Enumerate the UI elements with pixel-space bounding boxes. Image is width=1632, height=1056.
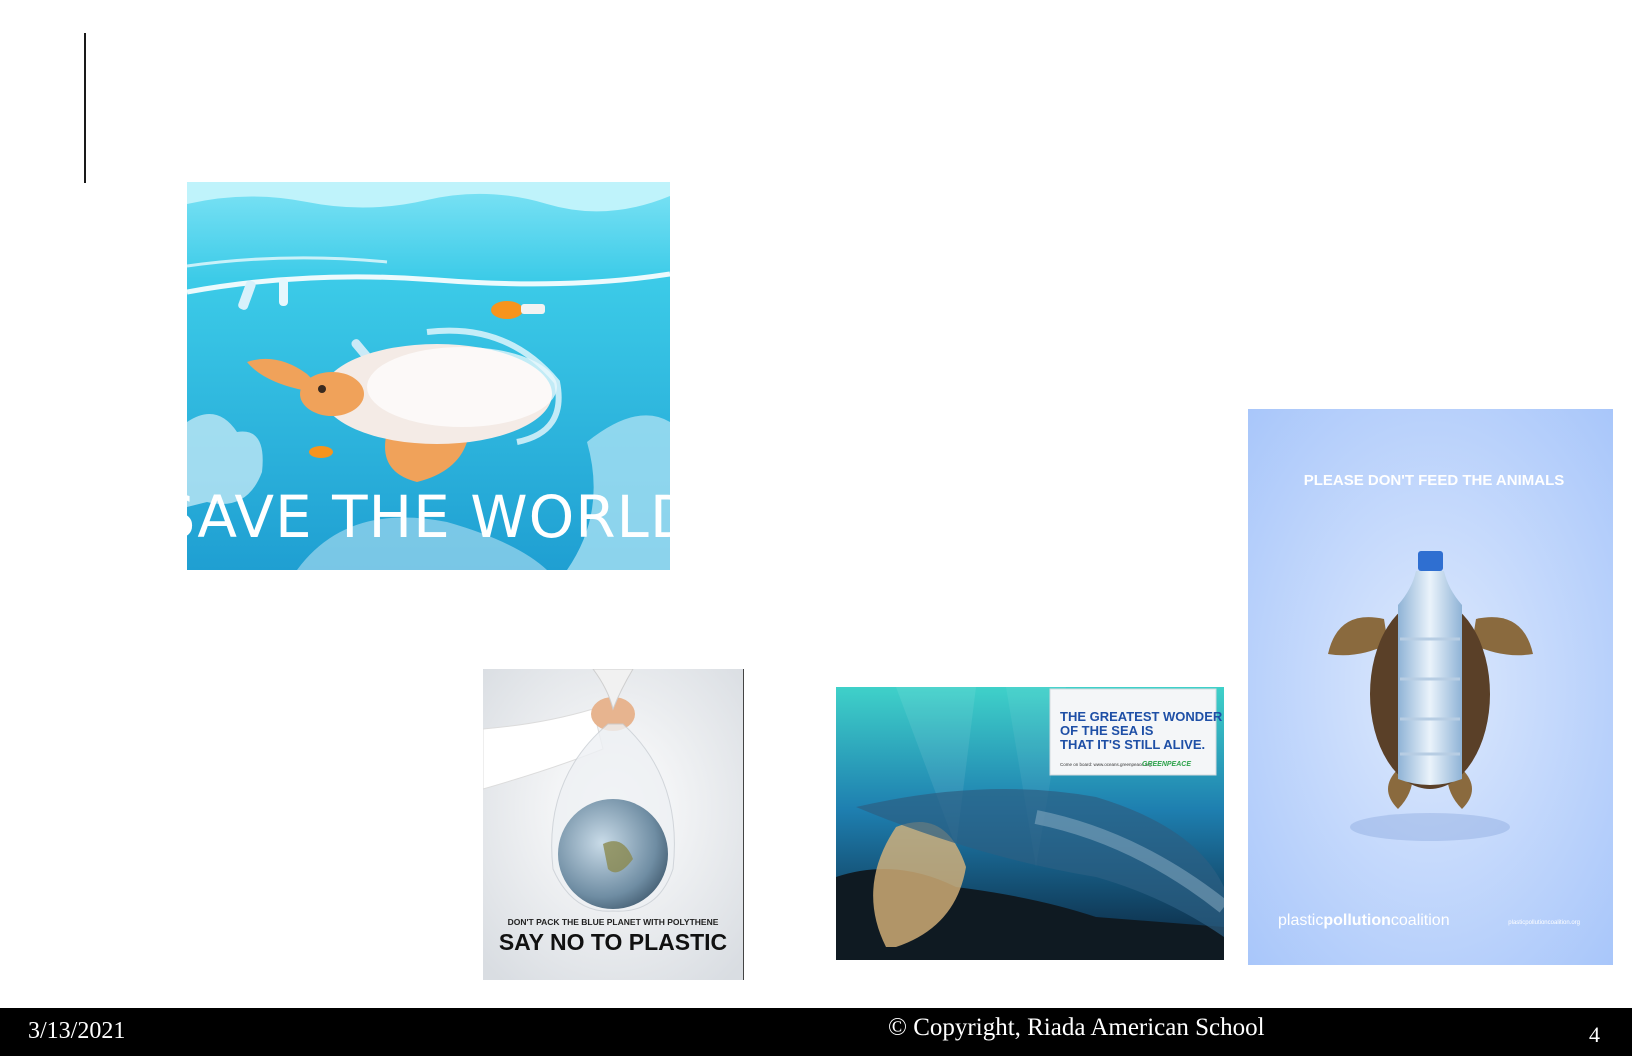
greenpeace-brand: GREENPEACE [1142, 761, 1191, 768]
save-the-world-caption: SAVE THE WORLD [187, 483, 670, 551]
greenpeace-line-3: THAT IT'S STILL ALIVE. [1060, 737, 1205, 752]
footer-copyright: © Copyright, Riada American School [888, 1014, 1265, 1041]
greenpeace-line-2: OF THE SEA IS [1060, 723, 1154, 738]
poster-brand-part-1: plastic [1278, 912, 1323, 929]
greenpeace-sea-picture[interactable]: THE GREATEST WONDER OF THE SEA IS THAT I… [836, 687, 1224, 960]
greenpeace-line-1: THE GREATEST WONDER [1060, 709, 1223, 724]
dont-feed-the-animals-poster[interactable]: PLEASE DON'T FEED THE ANIMALS plasticpol… [1248, 409, 1613, 965]
save-the-world-picture[interactable]: SAVE THE WORLD [187, 182, 670, 570]
poster-brand-part-3: coalition [1391, 912, 1450, 929]
plastic-slogan-large: SAY NO TO PLASTIC [499, 929, 727, 955]
slide-footer: 3/13/2021 © Copyright, Riada American Sc… [0, 1008, 1632, 1056]
poster-headline: PLEASE DON'T FEED THE ANIMALS [1304, 472, 1565, 489]
plastic-slogan-small: DON'T PACK THE BLUE PLANET WITH POLYTHEN… [508, 917, 719, 927]
title-accent-line [84, 33, 86, 183]
footer-date: 3/13/2021 [28, 1018, 126, 1044]
svg-text:plasticpollutioncoalition: plasticpollutioncoalition [1278, 912, 1450, 929]
slide-number: 4 [1589, 1022, 1600, 1047]
poster-url: plasticpollutioncoalition.org [1508, 920, 1580, 926]
poster-brand-part-2: pollution [1323, 912, 1391, 929]
greenpeace-small-text: Come on board: www.oceans.greenpeace.org [1060, 762, 1152, 767]
say-no-to-plastic-picture[interactable]: DON'T PACK THE BLUE PLANET WITH POLYTHEN… [483, 669, 744, 980]
